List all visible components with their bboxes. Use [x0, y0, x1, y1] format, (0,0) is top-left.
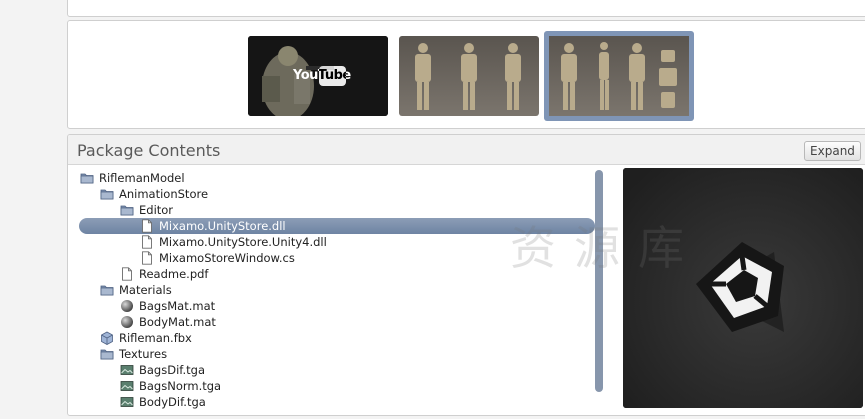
- folder-icon: [100, 187, 114, 201]
- package-file-tree: RiflemanModel AnimationStore Editor Mixamo.…: [68, 170, 598, 415]
- tree-item[interactable]: Readme.pdf: [68, 266, 598, 282]
- tree-item-label: BodyDif.tga: [139, 395, 206, 409]
- model-overview-thumbnail[interactable]: [544, 31, 694, 121]
- tree-item[interactable]: Textures: [68, 346, 598, 362]
- tree-item-label: Editor: [139, 203, 174, 217]
- file-icon: [140, 251, 154, 265]
- material-sphere-icon: [120, 299, 134, 313]
- youtube-tube-box: [319, 66, 346, 86]
- image-icon: [120, 363, 134, 377]
- model-cube-icon: [100, 331, 114, 345]
- tree-item-label: Mixamo.UnityStore.Unity4.dll: [159, 235, 327, 249]
- video-thumbnail[interactable]: YouTube: [248, 36, 388, 116]
- tree-item[interactable]: Materials: [68, 282, 598, 298]
- image-icon: [120, 379, 134, 393]
- soldier-gear-image: [549, 36, 689, 116]
- model-front-thumbnail[interactable]: [399, 36, 539, 116]
- tree-item-label: Rifleman.fbx: [119, 331, 192, 345]
- tree-item-label: RiflemanModel: [99, 171, 185, 185]
- tree-item-label: BagsNorm.tga: [139, 379, 222, 393]
- unity-logo-icon: [623, 168, 863, 408]
- tree-item-label: AnimationStore: [119, 187, 209, 201]
- file-icon: [120, 267, 134, 281]
- tree-item-label: MixamoStoreWindow.cs: [159, 251, 295, 265]
- material-sphere-icon: [120, 315, 134, 329]
- tree-item-label: Readme.pdf: [139, 267, 209, 281]
- tree-item-label: Textures: [119, 347, 168, 361]
- folder-icon: [100, 283, 114, 297]
- image-icon: [120, 395, 134, 409]
- tree-item-label: BodyMat.mat: [139, 315, 216, 329]
- asset-preview: [623, 168, 863, 408]
- package-contents-header: Package Contents Expand: [68, 135, 865, 165]
- tree-item[interactable]: Rifleman.fbx: [68, 330, 598, 346]
- tree-item[interactable]: BagsDif.tga: [68, 362, 598, 378]
- tree-item[interactable]: BagsMat.mat: [68, 298, 598, 314]
- tree-item[interactable]: AnimationStore: [68, 186, 598, 202]
- file-icon: [140, 219, 154, 233]
- tree-scrollbar[interactable]: [595, 170, 603, 392]
- package-contents-panel: Package Contents Expand RiflemanModel Ani…: [67, 134, 865, 416]
- folder-icon: [100, 347, 114, 361]
- tree-item[interactable]: Editor: [68, 202, 598, 218]
- tree-item[interactable]: Mixamo.UnityStore.Unity4.dll: [68, 234, 598, 250]
- tree-item[interactable]: Mixamo.UnityStore.dll: [79, 218, 595, 234]
- folder-icon: [120, 203, 134, 217]
- tree-item[interactable]: BodyDif.tga: [68, 394, 598, 410]
- tree-item-label: BagsMat.mat: [139, 299, 216, 313]
- package-contents-title: Package Contents: [77, 141, 221, 160]
- screenshots-panel: YouTube: [67, 20, 865, 129]
- file-icon: [140, 235, 154, 249]
- tree-item-label: BagsDif.tga: [139, 363, 206, 377]
- tree-item-label: Mixamo.UnityStore.dll: [159, 219, 286, 233]
- expand-button[interactable]: Expand: [804, 141, 861, 161]
- soldier-model-image: [399, 36, 539, 116]
- tree-item[interactable]: MixamoStoreWindow.cs: [68, 250, 598, 266]
- tree-item-label: Materials: [119, 283, 172, 297]
- tree-item[interactable]: RiflemanModel: [68, 170, 598, 186]
- top-panel: [67, 0, 865, 17]
- tree-item[interactable]: BodyMat.mat: [68, 314, 598, 330]
- tree-item[interactable]: BagsNorm.tga: [68, 378, 598, 394]
- folder-icon: [80, 171, 94, 185]
